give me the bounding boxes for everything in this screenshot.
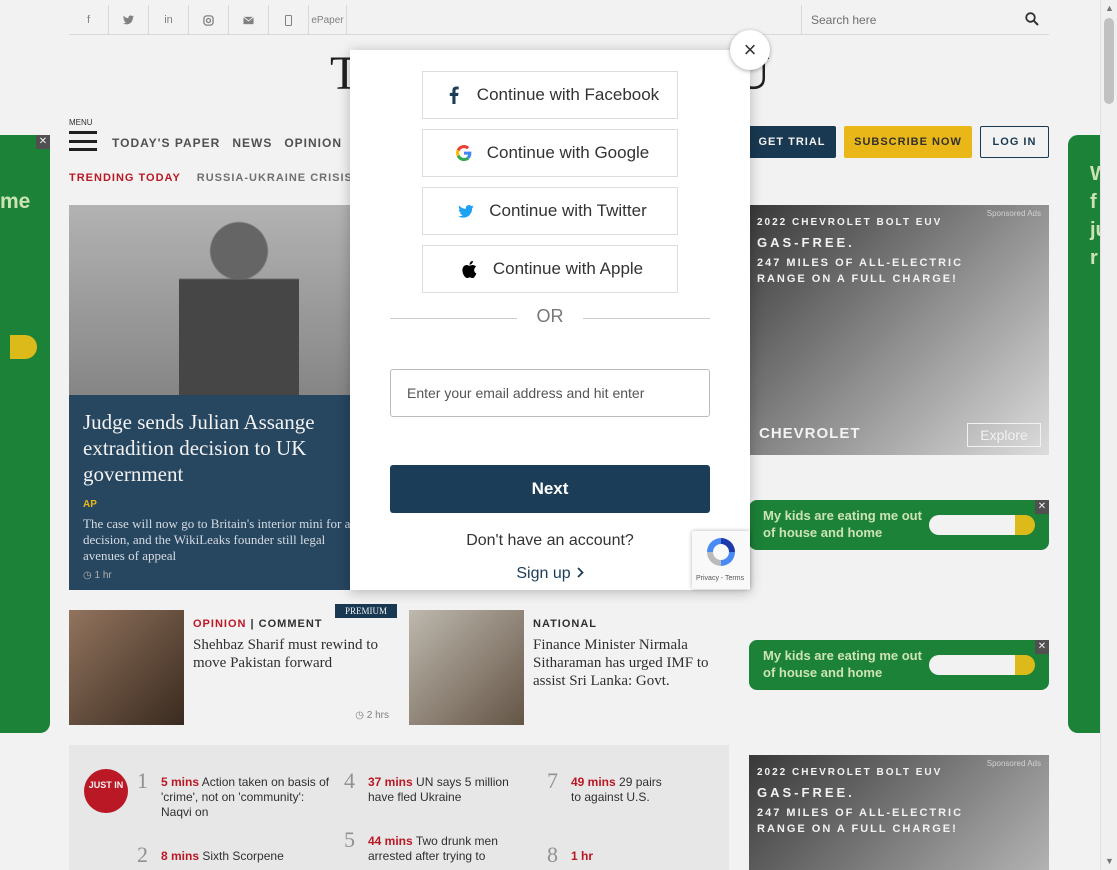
or-divider: OR [390,306,710,328]
continue-with-apple-button[interactable]: Continue with Apple [422,245,678,293]
recaptcha-links[interactable]: Privacy - Terms [696,575,744,582]
apple-icon [457,259,483,279]
recaptcha-icon [707,538,735,566]
sign-up-label: Sign up [516,565,571,582]
recaptcha-badge[interactable]: Privacy - Terms [692,531,750,589]
next-button[interactable]: Next [390,465,710,513]
close-modal-button[interactable]: × [730,30,770,70]
login-modal: Continue with Facebook Continue with Goo… [350,50,750,590]
no-account-text: Don't have an account? [466,532,634,549]
scroll-up-icon[interactable]: ▲ [1101,0,1117,17]
sign-up-link[interactable]: Sign up [350,565,750,583]
continue-with-google-button[interactable]: Continue with Google [422,129,678,177]
twitter-icon [453,201,479,221]
chevron-right-icon [576,565,584,583]
continue-with-facebook-button[interactable]: Continue with Facebook [422,71,678,119]
scrollbar-thumb[interactable] [1104,18,1114,104]
sso-label: Continue with Apple [492,259,644,278]
email-field[interactable] [390,369,710,417]
sso-label: Continue with Twitter [489,201,647,220]
or-label: OR [536,306,564,326]
page-scrollbar[interactable]: ▲ ▼ [1100,0,1117,870]
sso-label: Continue with Google [486,143,650,162]
sso-label: Continue with Facebook [476,85,660,104]
scroll-down-icon[interactable]: ▼ [1101,853,1117,870]
continue-with-twitter-button[interactable]: Continue with Twitter [422,187,678,235]
close-icon: × [743,37,757,62]
facebook-icon [441,85,467,105]
google-icon [451,143,477,163]
